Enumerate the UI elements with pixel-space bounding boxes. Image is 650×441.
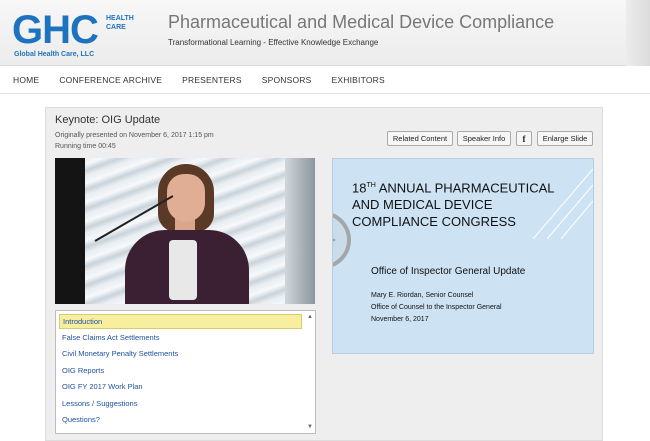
chapter-item-introduction[interactable]: Introduction (59, 314, 302, 329)
site-header: GHC HEALTH CARE Global Health Care, LLC … (0, 0, 650, 66)
logo-health-care: HEALTH CARE (106, 15, 134, 31)
main-nav: HOME CONFERENCE ARCHIVE PRESENTERS SPONS… (0, 66, 650, 94)
site-title: Pharmaceutical and Medical Device Compli… (168, 12, 555, 32)
chapter-item-false-claims[interactable]: False Claims Act Settlements (59, 330, 302, 345)
slide-presenter: Mary E. Riordan, Senior Counsel (371, 292, 474, 299)
slide-date: November 6, 2017 (371, 316, 429, 323)
speaker-face (167, 174, 205, 222)
chapter-item-lessons[interactable]: Lessons / Suggestions (59, 396, 302, 411)
site-tagline: Transformational Learning - Effective Kn… (168, 38, 379, 47)
chapter-item-civil-monetary[interactable]: Civil Monetary Penalty Settlements (59, 346, 302, 361)
presented-date: Originally presented on November 6, 2017… (55, 132, 214, 139)
ghc-logo[interactable]: GHC HEALTH CARE Global Health Care, LLC (12, 8, 142, 64)
chapter-item-questions[interactable]: Questions? (59, 412, 302, 427)
slide-office: Office of Counsel to the Inspector Gener… (371, 304, 502, 311)
chapter-item-oig-reports[interactable]: OIG Reports (59, 363, 302, 378)
video-backdrop-side (285, 158, 315, 304)
chapter-item-work-plan[interactable]: OIG FY 2017 Work Plan (59, 379, 302, 394)
nav-exhibitors[interactable]: EXHIBITORS (332, 75, 385, 85)
play-icon[interactable] (333, 211, 351, 269)
chapter-list[interactable]: Introduction False Claims Act Settlement… (55, 310, 316, 434)
presentation-title: Keynote: OIG Update (55, 114, 161, 126)
nav-home[interactable]: HOME (13, 75, 39, 85)
presentation-panel: Keynote: OIG Update Originally presented… (45, 107, 603, 441)
related-content-button[interactable]: Related Content (387, 131, 453, 146)
nav-sponsors[interactable]: SPONSORS (262, 75, 312, 85)
nav-conference-archive[interactable]: CONFERENCE ARCHIVE (59, 75, 162, 85)
speaker-video[interactable] (55, 158, 315, 304)
header-edge (626, 0, 650, 66)
slide-heading: 18TH ANNUAL PHARMACEUTICAL AND MEDICAL D… (352, 180, 554, 230)
logo-wordmark: GHC (12, 8, 99, 52)
slide-subtitle: Office of Inspector General Update (371, 266, 526, 277)
presentation-slide[interactable]: 18TH ANNUAL PHARMACEUTICAL AND MEDICAL D… (332, 158, 594, 354)
running-time: Running time 00:45 (55, 143, 116, 150)
speaker-info-button[interactable]: Speaker Info (457, 131, 511, 146)
logo-company-name: Global Health Care, LLC (14, 51, 95, 58)
enlarge-slide-button[interactable]: Enlarge Slide (537, 131, 593, 146)
nav-presenters[interactable]: PRESENTERS (182, 75, 242, 85)
play-triangle (333, 228, 336, 252)
facebook-share-button[interactable]: f (516, 131, 532, 146)
scroll-up-icon[interactable]: ▲ (307, 314, 313, 320)
speaker-shirt (169, 240, 197, 300)
scroll-down-icon[interactable]: ▼ (307, 424, 313, 430)
